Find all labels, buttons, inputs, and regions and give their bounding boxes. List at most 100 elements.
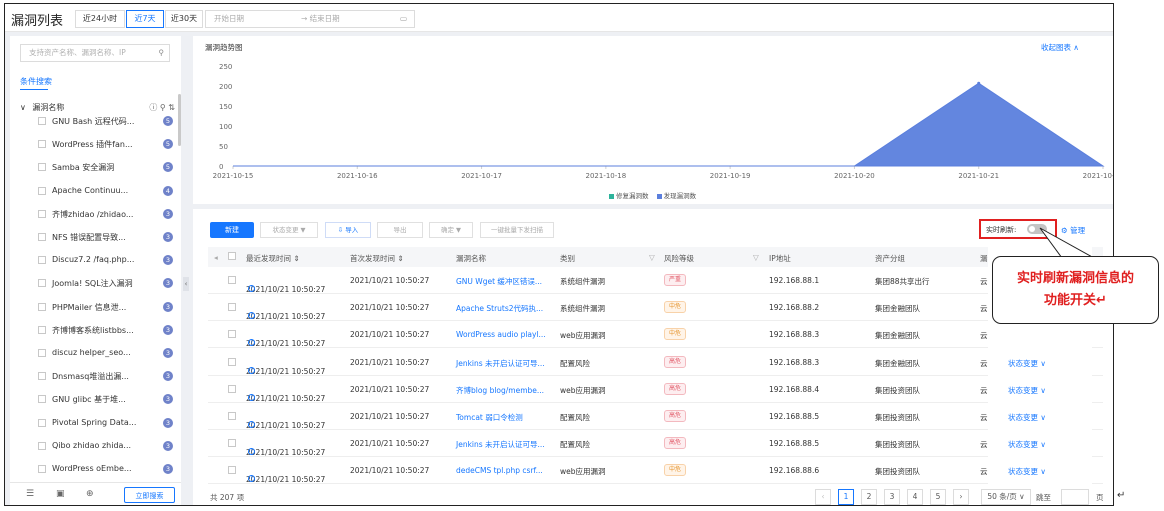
vuln-checkbox[interactable] (38, 256, 46, 265)
row-status-change-link[interactable]: 状态变更 ∨ (1008, 466, 1046, 477)
page-2[interactable]: 2 (861, 489, 877, 505)
vuln-checkbox[interactable] (38, 233, 46, 241)
sidebar-vuln-item[interactable]: GNU glibc 基于堆... 3 (38, 393, 173, 407)
status-change-dropdown[interactable]: 状态变更 ▼ (260, 222, 318, 238)
filter-icon[interactable]: ▽ (649, 253, 655, 262)
table-row[interactable]: 2021/10/21 10:50:27 i 2021/10/21 10:50:27 d… (208, 457, 1103, 485)
sidebar-vuln-item[interactable]: discuz helper_seo... 3 (38, 347, 173, 361)
sidebar-vuln-item[interactable]: 齐博zhidao /zhidao... 3 (38, 208, 173, 222)
table-row[interactable]: 2021/10/21 10:50:27 i 2021/10/21 10:50:27 J… (208, 430, 1103, 458)
vuln-checkbox[interactable] (38, 372, 46, 381)
row-checkbox[interactable] (228, 412, 236, 420)
range-7d-button[interactable]: 近7天 (126, 10, 164, 28)
sidebar-vuln-item[interactable]: Dnsmasq堆溢出漏... 3 (38, 370, 173, 384)
save-icon[interactable]: ▣ (56, 489, 65, 499)
select-all-checkbox[interactable] (228, 252, 236, 260)
export-button[interactable]: 导出 (377, 222, 423, 238)
row-checkbox[interactable] (228, 357, 236, 366)
info-icon[interactable]: i (248, 285, 255, 292)
manage-button[interactable]: ⚙ 管理 (1061, 225, 1085, 236)
sidebar-vuln-item[interactable]: Pivotal Spring Data... 3 (38, 417, 173, 431)
row-checkbox[interactable] (228, 276, 236, 284)
row-status-change-link[interactable]: 状态变更 ∨ (1008, 412, 1046, 423)
info-icon[interactable]: i (248, 366, 255, 374)
vuln-checkbox[interactable] (38, 395, 46, 404)
scroll-left-icon[interactable]: ◂ (214, 253, 218, 262)
col-last-found[interactable]: 最近发现时间 ⇕ (246, 253, 300, 264)
vuln-checkbox[interactable] (38, 117, 46, 125)
page-3[interactable]: 3 (884, 489, 900, 505)
date-range-picker[interactable]: 开始日期 → 结束日期 ▭ (205, 10, 415, 28)
new-button[interactable]: 新建 (210, 222, 254, 238)
vuln-checkbox[interactable] (38, 163, 46, 172)
group-tools-icons[interactable]: ⓘ ⚲ ⇅ (149, 102, 175, 113)
vuln-name-link[interactable]: GNU Wget 缓冲区错误... (456, 276, 542, 287)
condition-search-tab[interactable]: 条件搜索 (20, 76, 52, 87)
vuln-checkbox[interactable] (38, 279, 46, 288)
sidebar-vuln-item[interactable]: Discuz7.2 /faq.php... 3 (38, 254, 173, 268)
sidebar-vuln-item[interactable]: Qibo zhidao zhida... 3 (38, 440, 173, 454)
asset-search-input[interactable]: 支持资产名称、漏洞名称、IP ⚲ (20, 44, 170, 62)
info-icon[interactable]: i (248, 421, 255, 428)
page-5[interactable]: 5 (930, 489, 946, 505)
vuln-checkbox[interactable] (38, 325, 46, 334)
table-row[interactable]: 2021/10/21 10:50:27 i 2021/10/21 10:50:27 齐… (208, 375, 1103, 403)
row-checkbox[interactable] (228, 303, 236, 312)
row-status-change-link[interactable]: 状态变更 ∨ (1008, 439, 1046, 450)
vuln-name-link[interactable]: Tomcat 弱口令检测 (456, 412, 523, 423)
vuln-checkbox[interactable] (38, 302, 46, 311)
vuln-checkbox[interactable] (38, 441, 46, 450)
row-checkbox[interactable] (228, 466, 236, 475)
row-checkbox[interactable] (228, 330, 236, 339)
vuln-name-group-header[interactable]: ∨ 漏洞名称 ⓘ ⚲ ⇅ (20, 102, 175, 113)
sidebar-vuln-item[interactable]: 齐博博客系统listbbs... 3 (38, 324, 173, 338)
confirm-dropdown[interactable]: 确定 ▼ (429, 222, 473, 238)
sidebar-vuln-item[interactable]: GNU Bash 远程代码... 5 (38, 115, 173, 129)
search-history-icon[interactable]: ⊕ (86, 489, 94, 499)
table-row[interactable]: 2021/10/21 10:50:27 i 2021/10/21 10:50:27 A… (208, 294, 1103, 322)
filter-icon[interactable]: ▽ (753, 253, 759, 262)
vuln-checkbox[interactable] (38, 140, 46, 149)
batch-scan-button[interactable]: 一键批量下发扫描 (480, 222, 554, 238)
search-now-button[interactable]: 立即搜索 (124, 487, 175, 503)
range-30d-button[interactable]: 近30天 (165, 10, 203, 28)
table-row[interactable]: 2021/10/21 10:50:27 i 2021/10/21 10:50:27 J… (208, 348, 1103, 376)
sidebar-vuln-item[interactable]: NFS 错误配置导致... 3 (38, 231, 173, 245)
page-4[interactable]: 4 (907, 489, 923, 505)
sidebar-vuln-item[interactable]: Joomla! SQL注入漏洞 3 (38, 277, 173, 291)
vuln-name-link[interactable]: Jenkins 未开启认证可导... (456, 439, 545, 450)
table-row[interactable]: 2021/10/21 10:50:27 i 2021/10/21 10:50:27 G… (208, 267, 1103, 294)
row-status-change-link[interactable]: 状态变更 ∨ (1008, 385, 1046, 396)
vuln-checkbox[interactable] (38, 349, 46, 357)
sidebar-collapse-handle[interactable]: ‹ (183, 277, 189, 291)
page-1[interactable]: 1 (838, 489, 854, 505)
chevron-down-icon[interactable]: ∨ (20, 103, 26, 112)
range-24h-button[interactable]: 近24小时 (75, 10, 125, 28)
vuln-name-link[interactable]: dedeCMS tpl.php csrf... (456, 466, 543, 475)
sidebar-vuln-item[interactable]: PHPMailer 信息泄... 3 (38, 301, 173, 315)
page-size-select[interactable]: 50 条/页 ∨ (981, 489, 1031, 505)
vuln-checkbox[interactable] (38, 418, 46, 427)
col-first-found[interactable]: 首次发现时间 ⇕ (350, 253, 404, 264)
realtime-refresh-toggle[interactable] (1027, 224, 1047, 234)
import-button[interactable]: ⇩ 导入 (325, 222, 371, 238)
row-status-change-link[interactable]: 状态变更 ∨ (1008, 358, 1046, 369)
table-row[interactable]: 2021/10/21 10:50:27 i 2021/10/21 10:50:27 T… (208, 403, 1103, 430)
vuln-checkbox[interactable] (38, 209, 46, 218)
vuln-name-link[interactable]: 齐博blog blog/membe... (456, 385, 544, 396)
info-icon[interactable]: i (248, 393, 255, 401)
row-checkbox[interactable] (228, 384, 236, 393)
sidebar-vuln-item[interactable]: WordPress oEmbe... 3 (38, 463, 173, 477)
row-checkbox[interactable] (228, 439, 236, 448)
sidebar-vuln-item[interactable]: Apache Continuu... 4 (38, 185, 173, 199)
vuln-name-link[interactable]: Apache Struts2代码执... (456, 303, 543, 314)
sidebar-scrollbar[interactable] (178, 94, 181, 146)
sidebar-vuln-item[interactable]: Samba 安全漏洞 5 (38, 161, 173, 175)
sidebar-vuln-item[interactable]: WordPress 插件fan... 5 (38, 138, 173, 152)
search-icon[interactable]: ⚲ (159, 45, 165, 61)
vuln-name-link[interactable]: WordPress audio playl... (456, 330, 546, 339)
jump-page-input[interactable] (1061, 489, 1089, 505)
vuln-checkbox[interactable] (38, 465, 46, 473)
filter-settings-icon[interactable]: ☰ (26, 489, 34, 499)
vuln-checkbox[interactable] (38, 186, 46, 195)
